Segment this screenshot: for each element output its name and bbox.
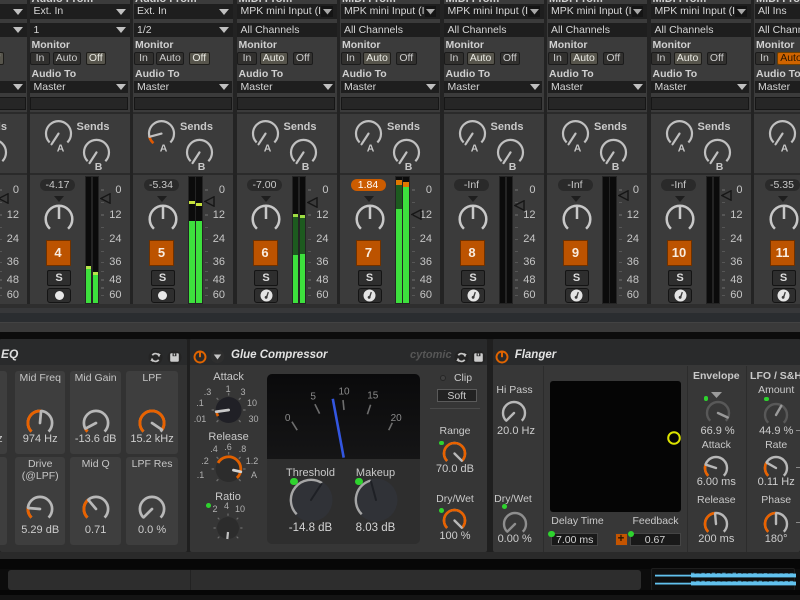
- svg-text:A: A: [470, 142, 478, 154]
- svg-text:20: 20: [391, 412, 403, 423]
- svg-text:B: B: [405, 161, 413, 173]
- svg-text:5: 5: [310, 391, 316, 402]
- svg-text:15: 15: [367, 390, 379, 401]
- svg-text:A: A: [56, 142, 64, 154]
- svg-text:10: 10: [338, 386, 350, 397]
- svg-text:A: A: [574, 142, 582, 154]
- svg-text:B: B: [612, 161, 620, 173]
- svg-text:A: A: [677, 142, 685, 154]
- svg-text:0: 0: [285, 413, 291, 424]
- svg-text:A: A: [781, 142, 789, 154]
- svg-text:B: B: [715, 161, 723, 173]
- svg-text:B: B: [301, 161, 309, 173]
- svg-text:A: A: [263, 142, 271, 154]
- svg-text:A: A: [160, 142, 168, 154]
- svg-text:B: B: [198, 161, 206, 173]
- svg-text:A: A: [367, 142, 375, 154]
- svg-text:B: B: [508, 161, 516, 173]
- svg-text:B: B: [94, 161, 102, 173]
